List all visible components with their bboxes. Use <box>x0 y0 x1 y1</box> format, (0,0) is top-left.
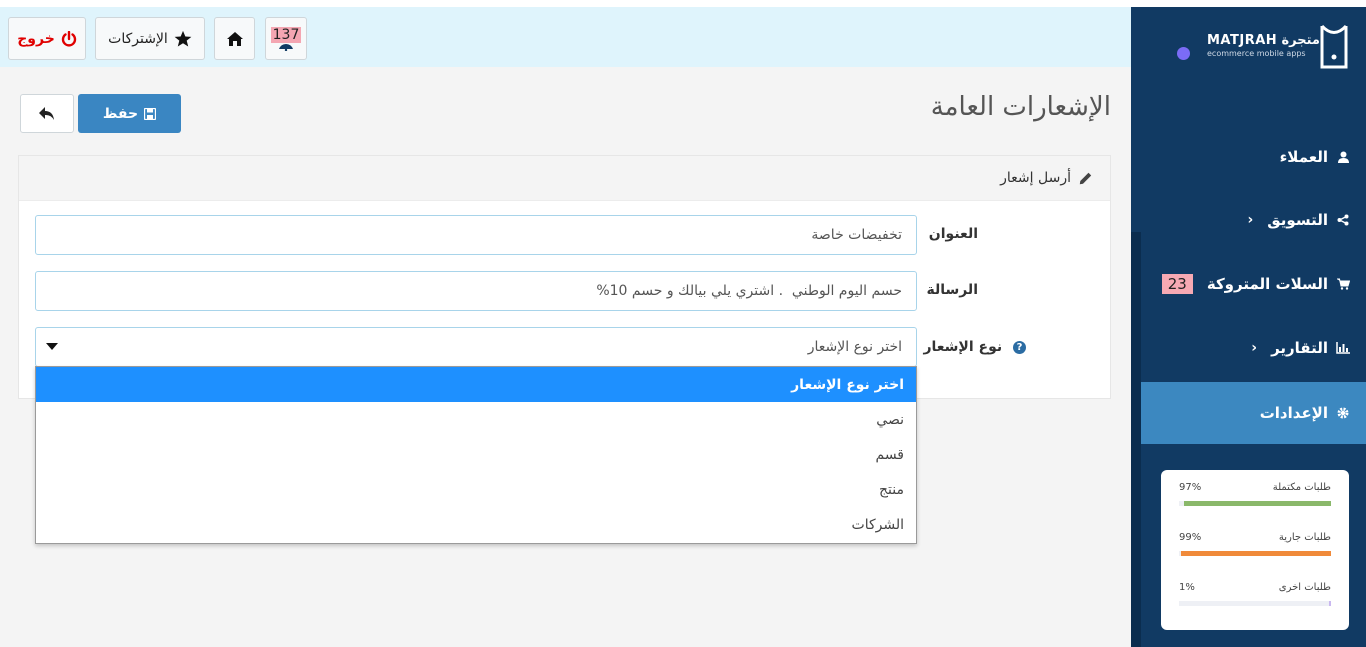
sidebar-item-label: التقارير <box>1271 339 1328 357</box>
stat-label: طلبات اخرى <box>1278 582 1331 593</box>
notifications-button[interactable]: 137 <box>265 17 307 60</box>
brand-tagline: ecommerce mobile apps <box>1207 49 1306 58</box>
user-icon <box>1336 151 1350 163</box>
share-icon <box>1336 214 1350 226</box>
home-icon <box>226 31 244 47</box>
brand-name-arabic: متجرة <box>1281 33 1320 48</box>
pencil-icon <box>1079 172 1092 185</box>
stat-progress-fill <box>1183 501 1331 506</box>
abandoned-carts-badge: 23 <box>1161 274 1193 294</box>
notification-type-dropdown: اختر نوع الإشعار نصي قسم منتج الشركات <box>35 366 917 544</box>
logout-label: خروج <box>17 30 55 47</box>
star-icon <box>174 30 192 48</box>
bag-logo-icon <box>1320 24 1348 69</box>
floppy-disk-icon <box>144 107 157 120</box>
stat-label: طلبات مكتملة <box>1272 482 1331 493</box>
page-title: الإشعارات العامة <box>930 92 1111 122</box>
stat-value: 99% <box>1179 532 1202 543</box>
subscriptions-label: الإشتركات <box>108 30 168 47</box>
notification-type-select[interactable]: اختر نوع الإشعار <box>35 327 917 367</box>
select-current-value: اختر نوع الإشعار <box>807 339 902 355</box>
order-stats-card: 97% طلبات مكتملة 99% طلبات جارية 1% طلبا… <box>1161 470 1349 630</box>
help-icon[interactable]: ? <box>1013 340 1026 354</box>
stat-progress-bar <box>1179 601 1331 606</box>
stat-progress-bar <box>1179 551 1331 556</box>
title-label: العنوان <box>928 226 978 242</box>
notification-type-label: نوع الإشعار ? <box>923 339 1026 355</box>
back-button[interactable] <box>20 94 74 133</box>
dropdown-option[interactable]: منتج <box>36 472 916 507</box>
dropdown-option[interactable]: الشركات <box>36 507 916 542</box>
panel-heading: أرسل إشعار <box>19 156 1110 201</box>
stat-value: 97% <box>1179 482 1202 493</box>
dropdown-option[interactable]: قسم <box>36 437 916 472</box>
save-label: حفظ <box>102 105 139 122</box>
caret-down-icon <box>46 343 58 351</box>
stat-progress-fill <box>1180 551 1331 556</box>
gear-icon <box>1336 407 1350 419</box>
save-button[interactable]: حفظ <box>78 94 181 133</box>
reply-arrow-icon <box>39 106 55 121</box>
sidebar: MATJRAH متجرة ecommerce mobile apps العم… <box>1131 7 1366 647</box>
stat-value: 1% <box>1179 582 1195 593</box>
subscriptions-button[interactable]: الإشتركات <box>95 17 205 60</box>
sidebar-item-abandoned-carts[interactable]: السلات المتروكة 23 <box>1141 254 1366 314</box>
bar-chart-icon <box>1336 342 1350 354</box>
home-button[interactable] <box>214 17 255 60</box>
logout-button[interactable]: خروج <box>8 17 86 60</box>
top-strip <box>0 0 1366 7</box>
sidebar-item-customers[interactable]: العملاء <box>1141 127 1366 187</box>
sidebar-item-label: الإعدادات <box>1259 404 1328 422</box>
sidebar-item-label: العملاء <box>1279 148 1328 166</box>
power-icon <box>61 30 77 47</box>
stat-progress-fill <box>1329 601 1331 606</box>
sidebar-item-settings[interactable]: الإعدادات <box>1141 382 1366 444</box>
brand-text: MATJRAH متجرة ecommerce mobile apps <box>1207 33 1320 58</box>
stat-label: طلبات جارية <box>1278 532 1331 543</box>
sidebar-item-marketing[interactable]: التسويق › <box>1141 190 1366 250</box>
stat-progress-bar <box>1179 501 1331 506</box>
sidebar-item-label: السلات المتروكة <box>1206 275 1328 293</box>
panel-heading-text: أرسل إشعار <box>1000 170 1071 186</box>
dropdown-option[interactable]: اختر نوع الإشعار <box>36 367 916 402</box>
chevron-right-icon: › <box>1251 340 1258 356</box>
notifications-badge: 137 <box>270 26 302 43</box>
bell-icon <box>277 43 295 51</box>
message-label: الرسالة <box>926 282 978 298</box>
brand-logo[interactable]: MATJRAH متجرة ecommerce mobile apps <box>1131 7 1366 97</box>
status-dot <box>1177 47 1190 60</box>
sidebar-item-reports[interactable]: التقارير › <box>1141 318 1366 378</box>
stat-other: 1% طلبات اخرى <box>1179 582 1331 606</box>
sidebar-item-label: التسويق <box>1267 211 1328 229</box>
notification-type-label-text: نوع الإشعار <box>923 339 1003 355</box>
brand-name: MATJRAH <box>1207 33 1278 48</box>
message-input[interactable] <box>35 271 917 311</box>
title-input[interactable] <box>35 215 917 255</box>
dropdown-option[interactable]: نصي <box>36 402 916 437</box>
top-header: خروج الإشتركات 137 <box>0 7 1131 67</box>
sidebar-scroll-edge <box>1131 232 1141 647</box>
chevron-right-icon: › <box>1247 212 1254 228</box>
stat-completed: 97% طلبات مكتملة <box>1179 482 1331 506</box>
stat-in-progress: 99% طلبات جارية <box>1179 532 1331 556</box>
cart-icon <box>1336 278 1350 290</box>
